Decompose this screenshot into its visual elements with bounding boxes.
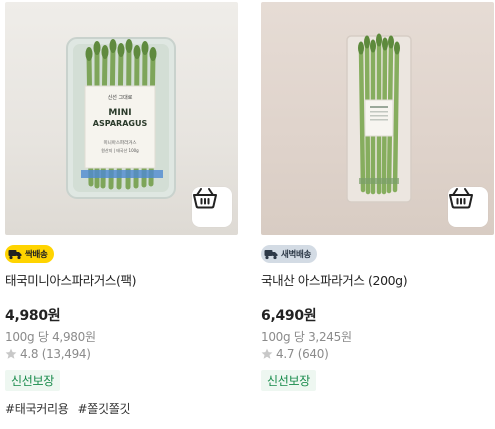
product-card[interactable]: 신선 그대로 MINI ASPARAGUS 미니아스파라거스 원산지 | 태국산… [5,2,238,417]
hashtag[interactable]: #쫄깃쫄깃 [77,402,130,416]
delivery-badge-label: 싹배송 [25,250,48,260]
delivery-badge: 싹배송 [5,245,54,263]
star-icon [5,348,17,360]
product-price: 6,490원 [261,307,317,324]
fresh-guarantee-tag: 신선보장 [5,369,60,391]
unit-price: 100g 당 3,245원 [261,329,352,344]
package-title-line2: ASPARAGUS [93,119,148,128]
unit-price: 100g 당 4,980원 [5,329,96,344]
delivery-badge: 새벽배송 [261,245,318,263]
product-title[interactable]: 태국미니아스파라거스(팩) [5,270,238,289]
rating-text: 4.8 (13,494) [20,346,91,361]
product-image[interactable]: 신선 그대로 MINI ASPARAGUS 미니아스파라거스 원산지 | 태국산… [5,2,238,235]
hashtag[interactable]: #태국커리용 [5,402,69,416]
rating-text: 4.7 (640) [276,346,329,361]
add-to-cart-button[interactable] [192,187,232,227]
fresh-guarantee-tag: 신선보장 [261,369,316,391]
product-rating: 4.7 (640) [261,347,494,361]
product-card[interactable]: 새벽배송 국내산 아스파라거스 (200g) 6,490원 100g 당 3,2… [261,2,494,391]
truck-icon [8,249,22,260]
product-rating: 4.8 (13,494) [5,347,238,361]
hashtag-list: #태국커리용 #쫄깃쫄깃 [5,400,238,417]
add-to-cart-button[interactable] [448,187,488,227]
package-title-line1: MINI [108,108,131,118]
delivery-badge-label: 새벽배송 [281,250,312,260]
delivery-truck-icon [264,249,278,260]
package-sub-text: 미니아스파라거스 [103,139,136,146]
package-brand-text: 신선 그대로 [108,94,133,101]
star-icon [261,348,273,360]
product-image[interactable] [261,2,494,235]
package-origin-text: 원산지 | 태국산 100g [101,147,139,153]
product-title[interactable]: 국내산 아스파라거스 (200g) [261,270,494,289]
product-price: 4,980원 [5,307,61,324]
